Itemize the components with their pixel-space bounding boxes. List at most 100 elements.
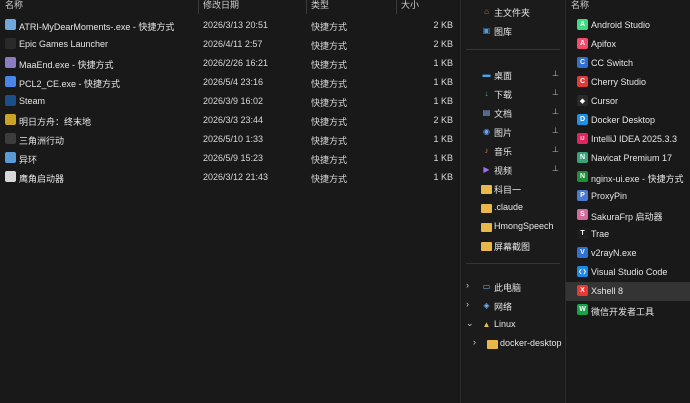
epic-games-icon	[5, 38, 16, 49]
app-label: nginx-ui.exe - 快捷方式	[591, 174, 684, 184]
app-row[interactable]: P ProxyPin	[566, 187, 690, 206]
nav-item-entry[interactable]: ▶ 视频 ⊥	[462, 160, 564, 179]
file-type: 快捷方式	[311, 155, 348, 165]
column-divider[interactable]	[198, 0, 199, 14]
divider	[466, 263, 560, 264]
nav-item-entry[interactable]: ↓ 下载 ⊥	[462, 84, 564, 103]
nav-label: 文档	[494, 109, 513, 119]
apifox-icon: A	[577, 38, 588, 49]
app-row[interactable]: D Docker Desktop	[566, 111, 690, 130]
app-row[interactable]: W 微信开发者工具	[566, 301, 690, 320]
file-type: 快捷方式	[311, 79, 348, 89]
nav-item-hmongspeech[interactable]: HmongSpeech	[462, 217, 564, 236]
pane-divider[interactable]	[460, 0, 461, 403]
app-row[interactable]: A Android Studio	[566, 16, 690, 35]
file-date: 2026/3/9 16:02	[203, 96, 264, 106]
file-date: 2026/4/11 2:57	[203, 39, 263, 49]
nav-label: 下载	[494, 90, 513, 100]
app-row[interactable]: C Cherry Studio	[566, 73, 690, 92]
column-divider[interactable]	[396, 0, 397, 14]
file-list-pane: 名称 修改日期 类型 大小 ATRI-MyDearMoments-.exe - …	[0, 0, 458, 403]
nav-item-claude[interactable]: .claude	[462, 198, 564, 217]
pin-icon[interactable]: ⊥	[552, 107, 559, 116]
app-label: CC Switch	[591, 58, 634, 68]
app-row[interactable]: N Navicat Premium 17	[566, 149, 690, 168]
app-row[interactable]: S SakuraFrp 启动器	[566, 206, 690, 225]
app-row[interactable]: X Xshell 8	[566, 282, 690, 301]
file-size: 1 KB	[433, 58, 453, 68]
app-row[interactable]: Vv2rayN.exe	[566, 244, 690, 263]
nav-label: 视频	[494, 166, 513, 176]
app-label: 微信开发者工具	[591, 307, 655, 317]
nav-item-entry[interactable]: ◉ 图片 ⊥	[462, 122, 564, 141]
app-label: Xshell 8	[591, 286, 624, 296]
chevron-icon[interactable]: ⌄	[466, 318, 474, 329]
apps-list-pane: 名称 A Android Studio A Apifox C CC Switch C Cher…	[566, 0, 690, 403]
app-row[interactable]: ❮❯ Visual Studio Code	[566, 263, 690, 282]
pin-icon[interactable]: ⊥	[552, 145, 559, 154]
pin-icon[interactable]: ⊥	[552, 69, 559, 78]
app-label: Trae	[591, 229, 610, 239]
file-name: 三角洲行动	[19, 136, 65, 146]
file-date: 2026/5/4 23:16	[203, 77, 264, 87]
column-header-name[interactable]: 名称	[5, 0, 23, 13]
chevron-icon[interactable]: ›	[466, 299, 469, 309]
nav-item-entry[interactable]: › ▭ 此电脑	[462, 277, 564, 296]
linux-icon: ▲	[482, 320, 491, 329]
file-row[interactable]: 异环 2026/5/9 15:23 快捷方式 1 KB	[0, 149, 458, 168]
pin-icon[interactable]: ⊥	[552, 126, 559, 135]
file-row[interactable]: 三角洲行动 2026/5/10 1:33 快捷方式 1 KB	[0, 130, 458, 149]
column-header-date[interactable]: 修改日期	[203, 0, 239, 13]
nav-item-entry[interactable]: ▤ 文档 ⊥	[462, 103, 564, 122]
nav-label: 音乐	[494, 147, 513, 157]
app-label: v2rayN.exe	[591, 248, 637, 258]
column-header-type[interactable]: 类型	[311, 0, 329, 13]
app-row[interactable]: A Apifox	[566, 35, 690, 54]
file-date: 2026/3/3 23:44	[203, 115, 264, 125]
pin-icon[interactable]: ⊥	[552, 88, 559, 97]
file-size: 2 KB	[433, 115, 453, 125]
app-row[interactable]: T Trae	[566, 225, 690, 244]
network-icon: ◈	[483, 301, 490, 310]
app-row[interactable]: Nnginx-ui.exe - 快捷方式	[566, 168, 690, 187]
nginx-ui-icon: N	[577, 171, 588, 182]
file-row[interactable]: ATRI-MyDearMoments-.exe - 快捷方式 2026/3/13 …	[0, 16, 458, 35]
file-row[interactable]: 明日方舟：终末地 2026/3/3 23:44 快捷方式 2 KB	[0, 111, 458, 130]
file-type: 快捷方式	[311, 22, 348, 32]
nav-label: docker-desktop	[500, 338, 562, 348]
nav-item-entry[interactable]: ▣ 图库	[462, 21, 564, 40]
file-size: 1 KB	[433, 153, 453, 163]
pin-icon[interactable]: ⊥	[552, 164, 559, 173]
file-row[interactable]: Epic Games Launcher 2026/4/11 2:57 快捷方式 2 K…	[0, 35, 458, 54]
nav-label: 图片	[494, 128, 513, 138]
file-type: 快捷方式	[311, 41, 348, 51]
file-name: 明日方舟：终末地	[19, 117, 92, 127]
chevron-icon[interactable]: ›	[473, 337, 476, 347]
nav-item-entry[interactable]: 科目一	[462, 179, 564, 198]
app-label: Apifox	[591, 39, 617, 49]
nav-item-entry[interactable]: ⌂ 主文件夹	[462, 2, 564, 21]
file-row[interactable]: 鹰角启动器 2026/3/12 21:43 快捷方式 1 KB	[0, 168, 458, 187]
app-label: Visual Studio Code	[591, 267, 668, 277]
column-header-size[interactable]: 大小	[401, 0, 419, 13]
nav-item-linux[interactable]: ⌄ ▲ Linux	[462, 315, 564, 334]
app-row[interactable]: IJ IntelliJ IDEA 2025.3.3	[566, 130, 690, 149]
chevron-icon[interactable]: ›	[466, 280, 469, 290]
column-divider[interactable]	[306, 0, 307, 14]
app-row[interactable]: C CC Switch	[566, 54, 690, 73]
column-header-name[interactable]: 名称	[571, 0, 589, 13]
file-date: 2026/3/12 21:43	[203, 172, 269, 182]
file-type: 快捷方式	[311, 60, 348, 70]
cursor-icon: ◆	[577, 95, 588, 106]
nav-item-entry[interactable]: ♪ 音乐 ⊥	[462, 141, 564, 160]
file-date: 2026/3/13 20:51	[203, 20, 269, 30]
app-row[interactable]: ◆ Cursor	[566, 92, 690, 111]
nav-item-dockerdesktop[interactable]: › docker-desktop	[462, 334, 564, 353]
nav-item-entry[interactable]: › ◈ 网络	[462, 296, 564, 315]
file-row[interactable]: PCL2_CE.exe - 快捷方式 2026/5/4 23:16 快捷方式 1 KB	[0, 73, 458, 92]
nav-item-entry[interactable]: 屏幕截图	[462, 236, 564, 255]
file-row[interactable]: MaaEnd.exe - 快捷方式 2026/2/26 16:21 快捷方式 1 KB	[0, 54, 458, 73]
file-row[interactable]: Steam 2026/3/9 16:02 快捷方式 1 KB	[0, 92, 458, 111]
divider	[466, 49, 560, 50]
nav-item-entry[interactable]: ▬ 桌面 ⊥	[462, 65, 564, 84]
